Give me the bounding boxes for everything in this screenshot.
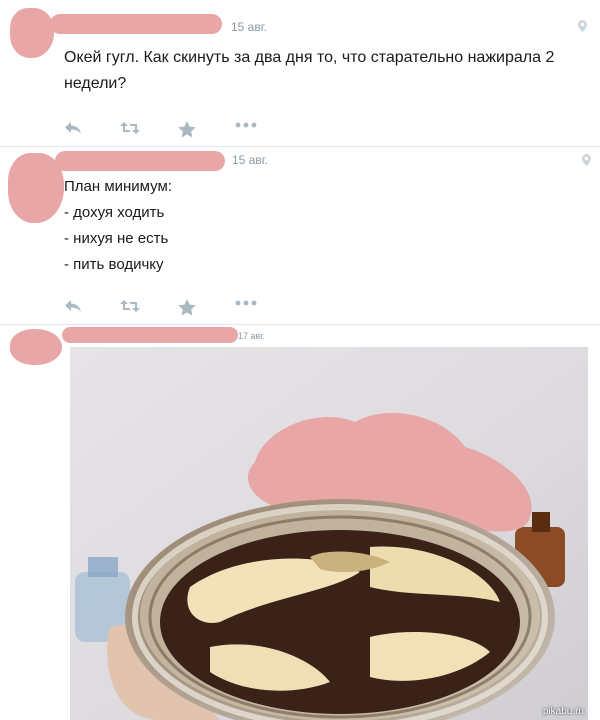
reply-icon bbox=[65, 300, 81, 312]
more-dots-icon bbox=[235, 300, 257, 306]
retweet-icon bbox=[120, 122, 140, 134]
reply-button[interactable] bbox=[64, 299, 86, 319]
location-pin-icon[interactable] bbox=[578, 20, 587, 32]
favorite-star-icon bbox=[178, 121, 196, 138]
tweet-date[interactable]: 17 авг. bbox=[238, 331, 265, 341]
redacted-avatar bbox=[10, 329, 62, 365]
tweet-date[interactable]: 15 авг. bbox=[232, 153, 268, 167]
tweet-photo[interactable]: pikabu.ru bbox=[70, 347, 588, 720]
retweet-button[interactable] bbox=[120, 121, 142, 141]
retweet-button[interactable] bbox=[120, 299, 142, 319]
tweet-date[interactable]: 15 авг. bbox=[231, 20, 267, 34]
tweet-actions bbox=[64, 299, 264, 319]
reply-button[interactable] bbox=[64, 121, 86, 141]
redacted-username bbox=[50, 14, 222, 34]
redacted-username bbox=[55, 151, 225, 171]
favorite-button[interactable] bbox=[178, 121, 200, 141]
more-button[interactable] bbox=[235, 299, 257, 319]
redacted-avatar bbox=[10, 8, 54, 58]
favorite-star-icon bbox=[178, 299, 196, 316]
watermark: pikabu.ru bbox=[542, 706, 584, 717]
favorite-button[interactable] bbox=[178, 299, 200, 319]
tweet-1: 15 авг. Окей гугл. Как скинуть за два дн… bbox=[0, 0, 600, 145]
more-button[interactable] bbox=[235, 121, 257, 141]
more-dots-icon bbox=[235, 122, 257, 128]
jar-photo-illustration bbox=[70, 347, 588, 720]
tweet-2: 15 авг. План минимум: - дохуя ходить - н… bbox=[0, 147, 600, 323]
redacted-username bbox=[62, 327, 238, 343]
tweet-actions bbox=[64, 121, 264, 141]
tweet-text: Окей гугл. Как скинуть за два дня то, чт… bbox=[64, 49, 555, 92]
tweet-text: План минимум: - дохуя ходить - нихуя не … bbox=[64, 178, 172, 273]
location-pin-icon[interactable] bbox=[582, 154, 591, 166]
reply-icon bbox=[65, 122, 81, 134]
retweet-icon bbox=[120, 300, 140, 312]
